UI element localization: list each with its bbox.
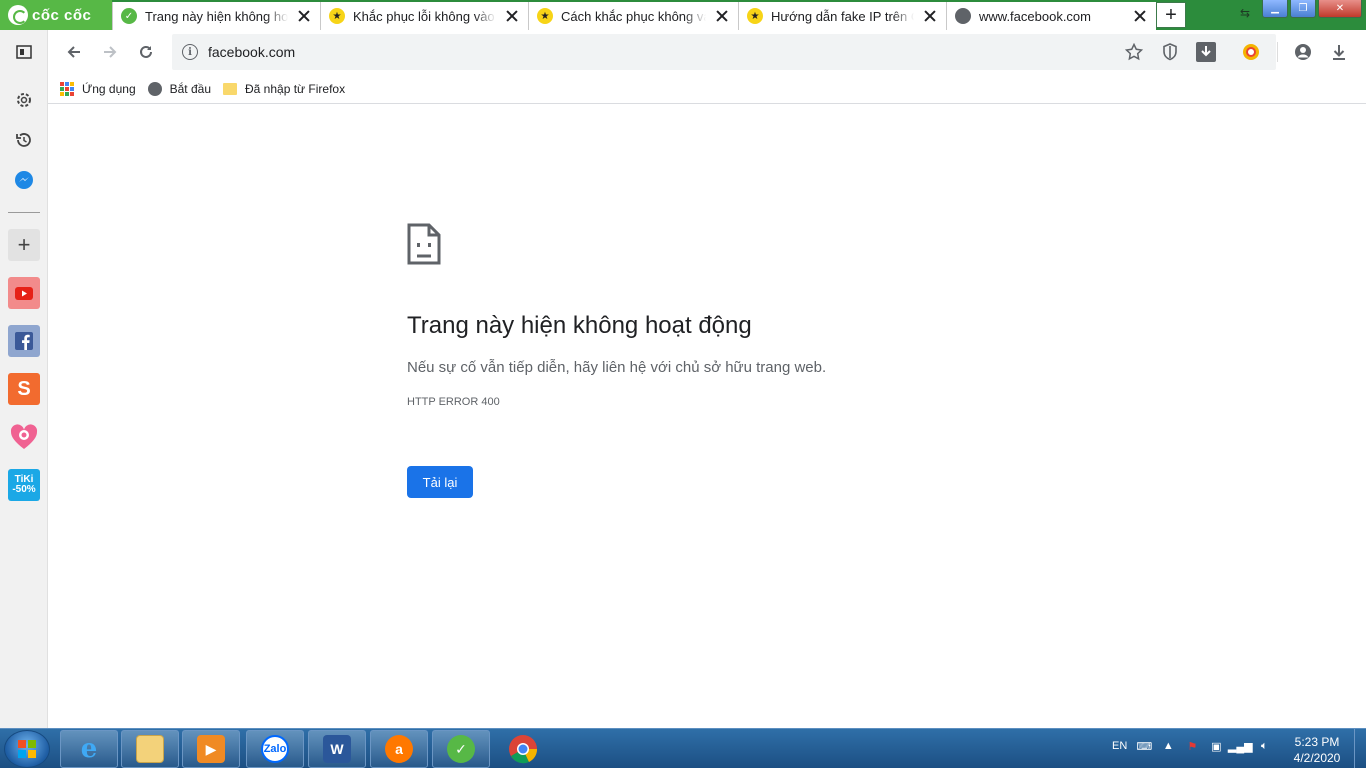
error-code: HTTP ERROR 400	[407, 396, 500, 408]
shopee-icon[interactable]: S	[8, 373, 40, 405]
bookmarks-bar: Ứng dụng Bắt đầu Đã nhập từ Firefox	[48, 74, 1366, 104]
tab-3[interactable]: ★ Cách khắc phục không vào được	[528, 2, 738, 30]
forward-button[interactable]	[96, 38, 124, 66]
avast-icon[interactable]: a	[370, 730, 428, 768]
history-icon[interactable]	[8, 124, 40, 156]
keyboard-icon[interactable]: ⌨	[1136, 739, 1152, 753]
system-tray: EN ⌨ ▲ ⚑ ▣ ▂▄▆ 🔈︎	[1112, 739, 1271, 753]
messenger-icon[interactable]	[8, 164, 40, 196]
heart-app-icon[interactable]	[8, 421, 40, 453]
runner-icon: ★	[329, 8, 345, 24]
tab-title: Hướng dẫn fake IP trên Cốc Cốc	[771, 8, 914, 24]
tab-title: Cách khắc phục không vào được	[561, 8, 706, 24]
coccoc-menu-button[interactable]: cốc cốc	[0, 0, 112, 30]
address-input[interactable]: facebook.com	[208, 44, 295, 60]
internet-explorer-icon[interactable]: e	[60, 730, 118, 768]
coccoc-icon[interactable]: ✓	[432, 730, 490, 768]
windows-taskbar: e ▶ Zalo W a ✓ EN ⌨ ▲ ⚑ ▣ ▂▄▆ 🔈︎ 5:23 PM…	[0, 728, 1366, 768]
coccoc-icon: ✓	[121, 8, 137, 24]
close-icon[interactable]	[504, 8, 520, 24]
sidebar: + S TiKi -50%	[0, 30, 48, 728]
tab-strip: cốc cốc ✓ Trang này hiện không hoạt động…	[0, 0, 1366, 30]
sidebar-toggle-icon[interactable]	[8, 36, 40, 68]
tab-4[interactable]: ★ Hướng dẫn fake IP trên Cốc Cốc	[738, 2, 946, 30]
download-icon[interactable]	[1329, 42, 1349, 62]
coccoc-logo-icon	[8, 5, 28, 25]
savior-download-icon[interactable]	[1196, 42, 1216, 62]
language-indicator[interactable]: EN	[1112, 740, 1127, 752]
globe-icon	[147, 81, 162, 96]
window-controls: ▁ ❐ ✕	[1262, 0, 1362, 18]
toolbar-separator	[1277, 42, 1278, 62]
brand-name: cốc cốc	[32, 6, 92, 24]
action-center-flag-icon[interactable]: ⚑	[1185, 739, 1199, 753]
page-content: Trang này hiện không hoạt động Nếu sự cố…	[48, 105, 1366, 728]
site-info-icon[interactable]: i	[182, 44, 198, 60]
bookmark-label: Đã nhập từ Firefox	[245, 81, 346, 96]
clock-date: 4/2/2020	[1293, 751, 1341, 765]
media-player-icon[interactable]: ▶	[182, 730, 240, 768]
add-icon[interactable]: +	[8, 229, 40, 261]
chrome-icon[interactable]	[494, 730, 552, 768]
tab-2[interactable]: ★ Khắc phục lỗi không vào được Facebook	[320, 2, 528, 30]
bookmark-label: Ứng dụng	[82, 81, 136, 96]
back-button[interactable]	[60, 38, 88, 66]
restore-button[interactable]: ❐	[1290, 0, 1316, 18]
profile-icon[interactable]	[1293, 42, 1313, 62]
zalo-icon[interactable]: Zalo	[246, 730, 304, 768]
new-tab-button[interactable]: +	[1156, 2, 1186, 28]
browser-toolbar: i facebook.com	[48, 30, 1366, 74]
close-icon[interactable]	[922, 8, 938, 24]
word-icon[interactable]: W	[308, 730, 366, 768]
reload-button[interactable]: Tải lại	[407, 466, 473, 498]
error-title: Trang này hiện không hoạt động	[407, 312, 752, 339]
globe-icon	[955, 8, 971, 24]
sidebar-divider	[8, 212, 40, 213]
tab-title: Trang này hiện không hoạt động	[145, 8, 288, 24]
bookmark-apps[interactable]: Ứng dụng	[60, 81, 136, 96]
zalo-label: Zalo	[261, 735, 289, 763]
start-button[interactable]	[4, 730, 50, 768]
show-desktop-button[interactable]	[1354, 729, 1366, 768]
sad-page-icon	[407, 223, 441, 265]
bookmark-start[interactable]: Bắt đầu	[147, 81, 211, 96]
folder-icon	[223, 82, 237, 95]
runner-icon: ★	[747, 8, 763, 24]
tiki-discount: -50%	[12, 484, 36, 495]
clock-time: 5:23 PM	[1294, 735, 1340, 749]
show-hidden-icons-icon[interactable]: ▲	[1161, 739, 1175, 753]
extension-icon[interactable]	[1241, 42, 1261, 62]
bookmark-label: Bắt đầu	[169, 81, 211, 96]
address-bar[interactable]: i facebook.com	[172, 34, 1276, 70]
windows-logo-icon	[18, 740, 36, 758]
close-icon[interactable]	[714, 8, 730, 24]
tab-title: Khắc phục lỗi không vào được Facebook	[353, 8, 496, 24]
tab-1[interactable]: ✓ Trang này hiện không hoạt động	[112, 2, 320, 30]
runner-icon: ★	[537, 8, 553, 24]
minimize-button[interactable]: ▁	[1262, 0, 1288, 18]
error-message: Nếu sự cố vẫn tiếp diễn, hãy liên hệ với…	[407, 359, 827, 376]
close-icon[interactable]	[1132, 8, 1148, 24]
avast-letter: a	[385, 735, 413, 763]
youtube-icon[interactable]	[8, 277, 40, 309]
tiki-icon[interactable]: TiKi -50%	[8, 469, 40, 501]
apps-grid-icon	[60, 81, 74, 96]
tab-5-active[interactable]: www.facebook.com	[946, 2, 1156, 30]
bookmark-firefox-folder[interactable]: Đã nhập từ Firefox	[223, 82, 345, 96]
tab-list-icon[interactable]: ⇆	[1240, 6, 1250, 20]
settings-icon[interactable]	[8, 84, 40, 116]
clock[interactable]: 5:23 PM 4/2/2020	[1288, 734, 1346, 766]
word-letter: W	[323, 735, 351, 763]
tab-title: www.facebook.com	[979, 8, 1091, 24]
bookmark-star-icon[interactable]	[1124, 42, 1144, 62]
network-signal-icon[interactable]: ▂▄▆	[1228, 739, 1253, 753]
file-explorer-icon[interactable]	[121, 730, 179, 768]
shield-icon[interactable]	[1160, 42, 1180, 62]
close-window-button[interactable]: ✕	[1318, 0, 1362, 18]
facebook-icon[interactable]	[8, 325, 40, 357]
reload-icon[interactable]	[132, 38, 160, 66]
device-icon[interactable]: ▣	[1209, 739, 1223, 753]
close-icon[interactable]	[296, 8, 312, 24]
volume-icon[interactable]: 🔈︎	[1257, 739, 1271, 753]
